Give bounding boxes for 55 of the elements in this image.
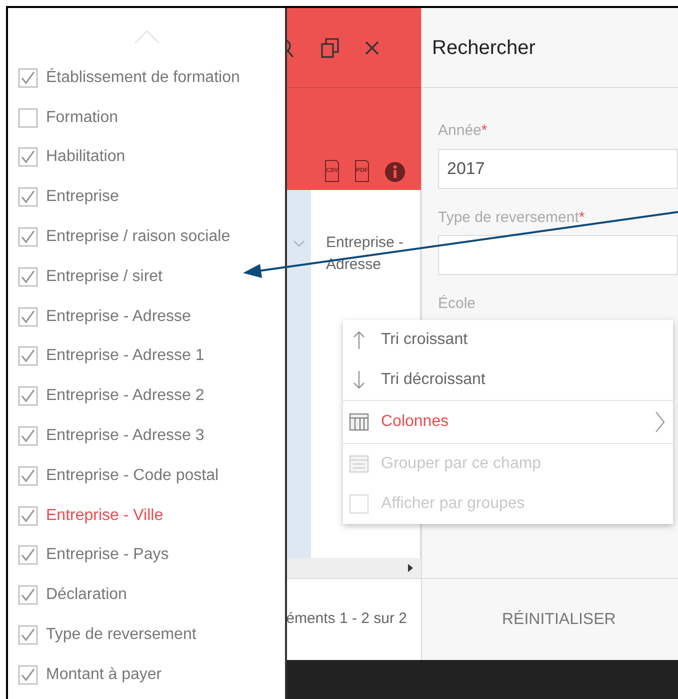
checked-checkbox[interactable] [18, 664, 38, 685]
copy-icon[interactable] [321, 38, 339, 58]
menu-item[interactable]: Tri décroissant [343, 360, 673, 400]
checkbox[interactable] [18, 108, 38, 128]
column-option[interactable]: Habilitation [46, 145, 126, 170]
checked-checkbox[interactable] [18, 266, 38, 287]
checked-checkbox[interactable] [18, 227, 38, 248]
checked-checkbox[interactable] [18, 466, 38, 486]
column-option[interactable]: Entreprise [46, 185, 119, 210]
checked-checkbox[interactable] [18, 147, 38, 168]
column-option[interactable]: Entreprise - Adresse 1 [46, 344, 204, 368]
panel-title: Rechercher [432, 36, 536, 60]
column-option[interactable]: Déclaration [46, 583, 127, 608]
scroll-right-icon[interactable] [408, 564, 413, 572]
column-option[interactable]: Entreprise - Pays [46, 543, 169, 568]
column-option[interactable]: Entreprise / raison sociale [46, 225, 230, 250]
chevron-down-icon[interactable] [293, 240, 305, 248]
column-option[interactable]: Entreprise / siret [46, 264, 162, 289]
column-option[interactable]: Entreprise - Adresse [46, 304, 191, 329]
table-icon [349, 455, 369, 473]
checked-checkbox[interactable] [18, 506, 38, 526]
menu-item[interactable]: Tri croissant [343, 320, 673, 360]
checked-checkbox[interactable] [18, 187, 38, 208]
pager-text: éments 1 - 2 sur 2 [287, 609, 407, 630]
chevron-right-icon [655, 411, 665, 433]
input-field[interactable]: 2017 [438, 148, 678, 188]
checked-checkbox[interactable] [18, 386, 38, 406]
field-label: Type de reversement* [438, 208, 586, 228]
checked-checkbox[interactable] [18, 306, 38, 327]
checked-checkbox[interactable] [18, 68, 38, 88]
reset-button[interactable]: RÉINITIALISER [502, 608, 616, 632]
checked-checkbox[interactable] [18, 346, 38, 366]
column-option[interactable]: Établissement de formation [46, 66, 240, 90]
close-icon[interactable] [365, 40, 379, 54]
columns-icon [349, 413, 369, 431]
menu-item[interactable]: Colonnes [343, 400, 673, 444]
checked-checkbox[interactable] [18, 585, 38, 606]
column-option[interactable]: Entreprise - Adresse 2 [46, 384, 204, 408]
input-field[interactable] [438, 235, 678, 275]
checked-checkbox[interactable] [18, 426, 38, 446]
checked-checkbox[interactable] [18, 545, 38, 566]
field-label: École [438, 294, 477, 314]
arrow-down-icon [352, 370, 366, 390]
column-option[interactable]: Formation [46, 106, 118, 130]
info-icon[interactable] [385, 162, 405, 182]
horizontal-scrollbar[interactable] [287, 558, 421, 578]
column-option[interactable]: Entreprise - Adresse 3 [46, 424, 204, 448]
checked-checkbox[interactable] [18, 625, 38, 646]
column-option[interactable]: Entreprise - Code postal [46, 464, 219, 488]
column-option[interactable]: Montant à payer [46, 662, 162, 687]
arrow-up-icon [352, 330, 366, 350]
column-header[interactable]: Entreprise - Adresse [311, 190, 411, 276]
field-label: Année* [438, 121, 488, 141]
column-option[interactable]: Type de reversement [46, 623, 196, 648]
column-option[interactable]: Entreprise - Ville [46, 504, 164, 528]
